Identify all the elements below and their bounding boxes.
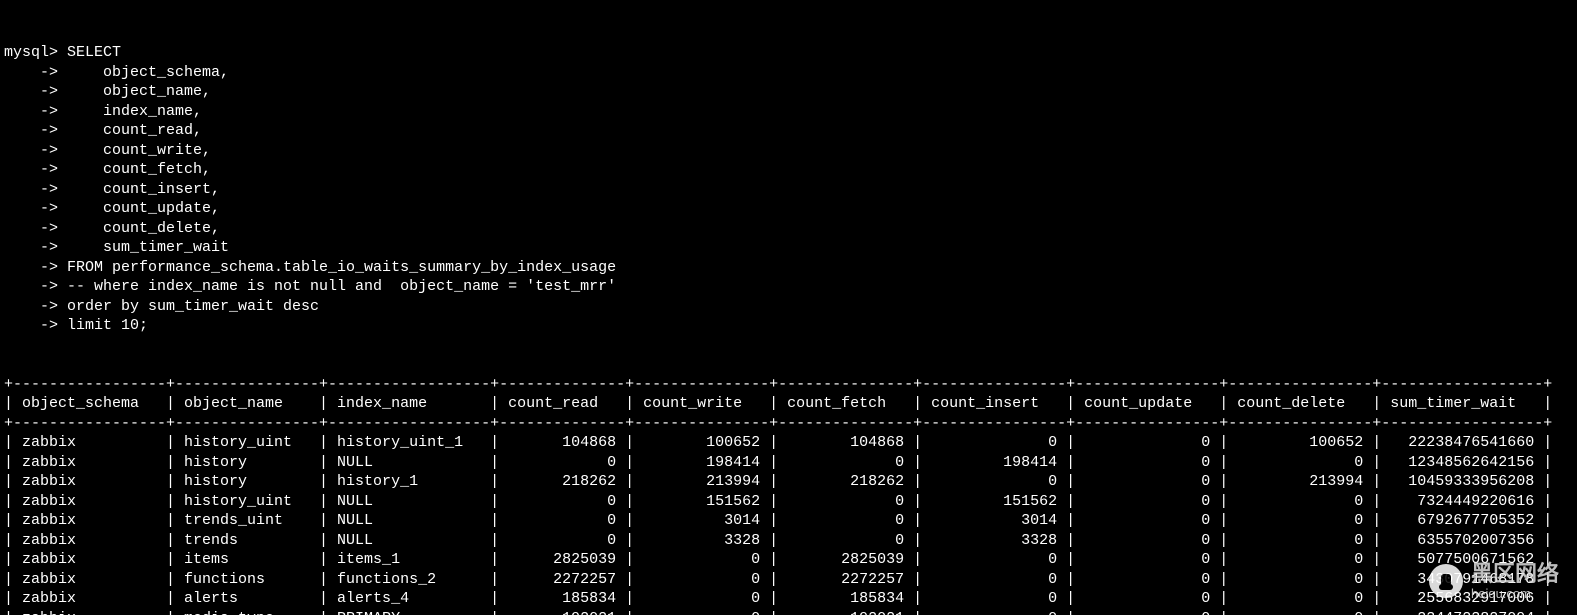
terminal-output: mysql> SELECT -> object_schema, -> objec… <box>0 0 1577 615</box>
watermark-icon <box>1429 564 1463 598</box>
watermark-title: 黑区网络 <box>1471 560 1559 589</box>
watermark-sub: heiqu.com <box>1471 586 1559 603</box>
watermark: 黑区网络 heiqu.com <box>1429 560 1559 603</box>
result-table: +-----------------+----------------+----… <box>4 375 1577 615</box>
query-block: mysql> SELECT -> object_schema, -> objec… <box>4 43 1577 336</box>
